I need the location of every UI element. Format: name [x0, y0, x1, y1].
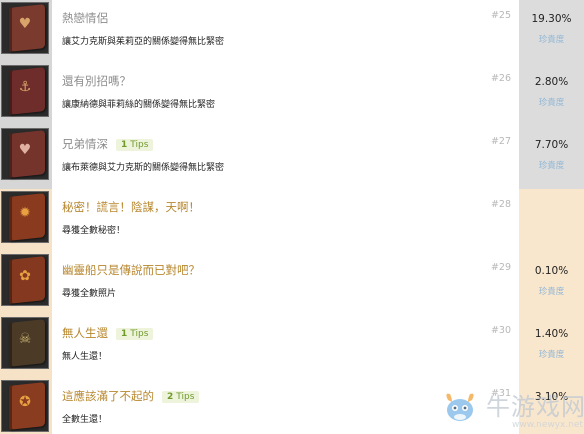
- unlock-percent: 1.40%: [534, 328, 569, 340]
- rarity-cell: 1.40% 珍貴度: [519, 315, 584, 378]
- rarity-label: 珍貴度: [538, 350, 565, 360]
- unlock-percent: 2.80%: [534, 76, 569, 88]
- skull-book-icon: ☠: [1, 317, 49, 369]
- achievement-description: 讓康納德與菲莉絲的關係變得無比緊密: [62, 100, 216, 110]
- achievement-list: ♥ 熱戀情侶 讓艾力克斯與茱莉亞的關係變得無比緊密 #25 19.30% 珍貴度…: [0, 0, 584, 434]
- achievement-row[interactable]: ✹ 秘密！謊言！陰謀，天啊！ 尋獲全數秘密！ #28: [0, 189, 584, 252]
- achievement-number: #29: [490, 262, 511, 273]
- rarity-label: 珍貴度: [538, 161, 565, 171]
- achievement-icon-cell: ♥: [0, 126, 52, 189]
- achievement-title: 無人生還 1 Tips: [62, 325, 154, 341]
- tips-badge[interactable]: 2 Tips: [162, 390, 200, 403]
- achievement-description: 全數生還！: [62, 415, 108, 425]
- watermark-url: www.newyx.net: [512, 420, 584, 430]
- achievement-icon-cell: ✿: [0, 252, 52, 315]
- achievement-description: 讓布萊德與艾力克斯的關係變得無比緊密: [62, 163, 225, 173]
- achievement-row[interactable]: ⚓ 還有別招嗎？ 讓康納德與菲莉絲的關係變得無比緊密 #26 2.80% 珍貴度: [0, 63, 584, 126]
- achievement-description: 無人生還！: [62, 352, 108, 362]
- unlock-percent: 19.30%: [531, 13, 572, 25]
- achievement-icon-cell: ☠: [0, 315, 52, 378]
- achievement-row[interactable]: ♥ 熱戀情侶 讓艾力克斯與茱莉亞的關係變得無比緊密 #25 19.30% 珍貴度: [0, 0, 584, 63]
- achievement-description: 讓艾力克斯與茱莉亞的關係變得無比緊密: [62, 37, 225, 47]
- achievement-title: 幽靈船只是傳說而已對吧？: [62, 263, 200, 277]
- rarity-label: 珍貴度: [538, 35, 565, 45]
- achievement-icon-cell: ✹: [0, 189, 52, 252]
- achievement-number: #27: [490, 136, 511, 147]
- ghost-ship-book-icon: ✿: [1, 254, 49, 306]
- tips-badge[interactable]: 1 Tips: [116, 327, 154, 340]
- rarity-cell: [519, 189, 584, 252]
- couple-book-icon: ♥: [1, 2, 49, 54]
- achievement-number: #28: [490, 199, 511, 210]
- unlock-percent: 7.70%: [534, 139, 569, 151]
- achievement-icon-cell: ✪: [0, 378, 52, 434]
- rarity-cell: 0.10% 珍貴度: [519, 252, 584, 315]
- rarity-label: 珍貴度: [538, 98, 565, 108]
- medal-book-icon: ✪: [1, 380, 49, 432]
- achievement-title: 秘密！謊言！陰謀，天啊！: [62, 200, 200, 214]
- achievement-icon-cell: ♥: [0, 0, 52, 63]
- achievement-title: 熱戀情侶: [62, 11, 108, 25]
- rarity-label: 珍貴度: [538, 287, 565, 297]
- achievement-number: #25: [490, 10, 511, 21]
- achievement-title: 兄弟情深 1 Tips: [62, 136, 154, 152]
- achievement-number: #30: [490, 325, 511, 336]
- achievement-title: 還有別招嗎？: [62, 74, 131, 88]
- achievement-row[interactable]: ♥ 兄弟情深 1 Tips 讓布萊德與艾力克斯的關係變得無比緊密 #27 7.70%…: [0, 126, 584, 189]
- achievement-row[interactable]: ✿ 幽靈船只是傳說而已對吧？ 尋獲全數照片 #29 0.10% 珍貴度: [0, 252, 584, 315]
- achievement-description: 尋獲全數秘密！: [62, 226, 126, 236]
- unlock-percent: 0.10%: [534, 265, 569, 277]
- heart-book-icon: ♥: [1, 128, 49, 180]
- rarity-cell: 7.70% 珍貴度: [519, 126, 584, 189]
- watermark-text: 牛游戏网: [486, 393, 584, 421]
- anchor-book-icon: ⚓: [1, 65, 49, 117]
- achievement-row[interactable]: ☠ 無人生還 1 Tips 無人生還！ #30 1.40% 珍貴度: [0, 315, 584, 378]
- tips-badge[interactable]: 1 Tips: [116, 138, 154, 151]
- rarity-cell: 2.80% 珍貴度: [519, 63, 584, 126]
- achievement-description: 尋獲全數照片: [62, 289, 117, 299]
- achievement-icon-cell: ⚓: [0, 63, 52, 126]
- cow-logo-icon: [446, 393, 474, 421]
- site-watermark: 牛游戏网 www.newyx.net: [440, 386, 584, 434]
- rarity-cell: 19.30% 珍貴度: [519, 0, 584, 63]
- achievement-title: 這應該滿了不起的 2 Tips: [62, 388, 200, 404]
- achievement-number: #26: [490, 73, 511, 84]
- secret-book-icon: ✹: [1, 191, 49, 243]
